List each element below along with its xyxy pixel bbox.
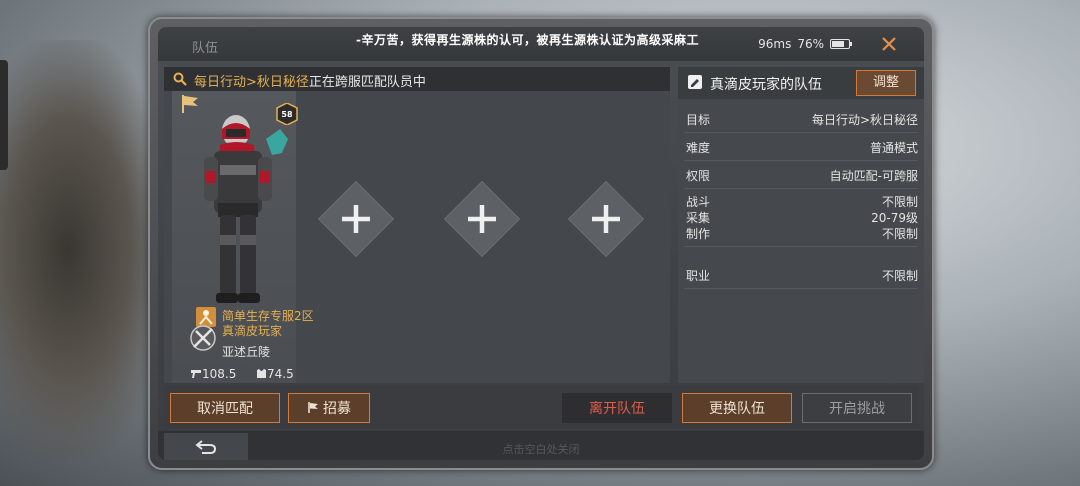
member-slots: 58 简单生存专服2区 真滴皮玩家 亚述丘陵 108.5 74.5 (164, 91, 670, 383)
info-key: 制作 (686, 227, 711, 241)
close-icon (882, 37, 896, 51)
background-rock (0, 40, 170, 460)
info-value: 20-79级 (871, 211, 918, 225)
info-row-permission: 权限 自动匹配-可跨服 (684, 161, 918, 189)
close-button[interactable] (876, 31, 902, 57)
match-status-bar: 每日行动>秋日秘径正在跨服匹配队员中 (164, 67, 670, 91)
plus-icon (592, 205, 620, 233)
team-window: 队伍 -辛万苦，获得再生源株的认可，被再生源株认证为高级采麻工 96ms 76%… (148, 17, 934, 470)
change-team-button[interactable]: 更换队伍 (682, 393, 792, 423)
battery-percent: 76% (797, 37, 824, 51)
rank-emblem-icon (190, 325, 216, 351)
top-bar: 队伍 -辛万苦，获得再生源株的认可，被再生源株认证为高级采麻工 96ms 76% (158, 27, 924, 61)
start-challenge-button[interactable]: 开启挑战 (802, 393, 912, 423)
info-value: 每日行动>秋日秘径 (811, 113, 918, 127)
info-row-difficulty: 难度 普通模式 (684, 133, 918, 161)
background-side-tab (0, 60, 8, 170)
info-row-profession: 职业 不限制 (684, 263, 918, 289)
member-slot-1[interactable]: 58 简单生存专服2区 真滴皮玩家 亚述丘陵 108.5 74.5 (172, 91, 314, 383)
defense-stat: 74.5 (256, 367, 294, 381)
action-bar: 取消匹配 招募 离开队伍 更换队伍 开启挑战 (164, 385, 918, 429)
team-screen: 队伍 -辛万苦，获得再生源株的认可，被再生源株认证为高级采麻工 96ms 76%… (158, 27, 924, 460)
team-header: 真滴皮玩家的队伍 调整 (678, 67, 924, 99)
info-key: 权限 (686, 169, 711, 183)
recruit-button[interactable]: 招募 (288, 393, 370, 423)
info-value: 不限制 (881, 227, 918, 241)
ping-value: 96ms (758, 37, 792, 51)
info-key: 目标 (686, 113, 711, 127)
search-icon (173, 72, 187, 86)
device-status: 96ms 76% (758, 37, 852, 51)
info-key: 采集 (686, 211, 711, 225)
plus-icon (342, 205, 370, 233)
leave-team-button[interactable]: 离开队伍 (562, 393, 672, 423)
info-key: 战斗 (686, 195, 711, 209)
team-info-panel: 真滴皮玩家的队伍 调整 目标 每日行动>秋日秘径 难度 普通模式 权限 自动匹配… (678, 67, 924, 383)
close-hint[interactable]: 点击空白处关闭 (158, 441, 924, 457)
recruit-label: 招募 (323, 401, 351, 417)
attack-stat: 108.5 (190, 367, 236, 381)
defense-value: 74.5 (267, 367, 294, 381)
member-slot-3-add[interactable] (443, 180, 521, 258)
weapon-icon (191, 370, 201, 378)
flag-icon (308, 402, 318, 413)
info-row-requirements: 战斗 不限制 采集 20-79级 制作 不限制 (684, 189, 918, 247)
footer: 点击空白处关闭 (158, 431, 924, 460)
info-value: 自动匹配-可跨服 (829, 169, 918, 183)
edit-icon[interactable] (688, 75, 702, 89)
plus-icon (468, 205, 496, 233)
info-key: 难度 (686, 141, 711, 155)
battery-fill (832, 41, 845, 47)
team-name: 真滴皮玩家的队伍 (710, 77, 822, 93)
info-value: 不限制 (881, 195, 918, 209)
window-title: 队伍 (192, 41, 219, 56)
battery-icon (830, 39, 852, 49)
player-region: 亚述丘陵 (222, 345, 271, 359)
armor-icon (257, 369, 266, 378)
member-slot-2-add[interactable] (317, 180, 395, 258)
cancel-match-button[interactable]: 取消匹配 (170, 393, 280, 423)
player-character-avatar (204, 115, 288, 303)
member-slot-4-add[interactable] (567, 180, 645, 258)
match-progress: 正在跨服匹配队员中 (308, 75, 426, 90)
adjust-button[interactable]: 调整 (856, 70, 916, 96)
info-value: 不限制 (881, 269, 918, 283)
attack-value: 108.5 (202, 367, 237, 381)
player-name: 真滴皮玩家 (222, 324, 283, 338)
info-key: 职业 (686, 269, 711, 283)
match-target: 每日行动>秋日秘径 (194, 75, 309, 90)
broadcast-message: -辛万苦，获得再生源株的认可，被再生源株认证为高级采麻工 (356, 33, 699, 47)
match-status-text: 每日行动>秋日秘径正在跨服匹配队员中 (194, 71, 426, 90)
info-row-target: 目标 每日行动>秋日秘径 (684, 105, 918, 133)
info-value: 普通模式 (869, 141, 918, 155)
